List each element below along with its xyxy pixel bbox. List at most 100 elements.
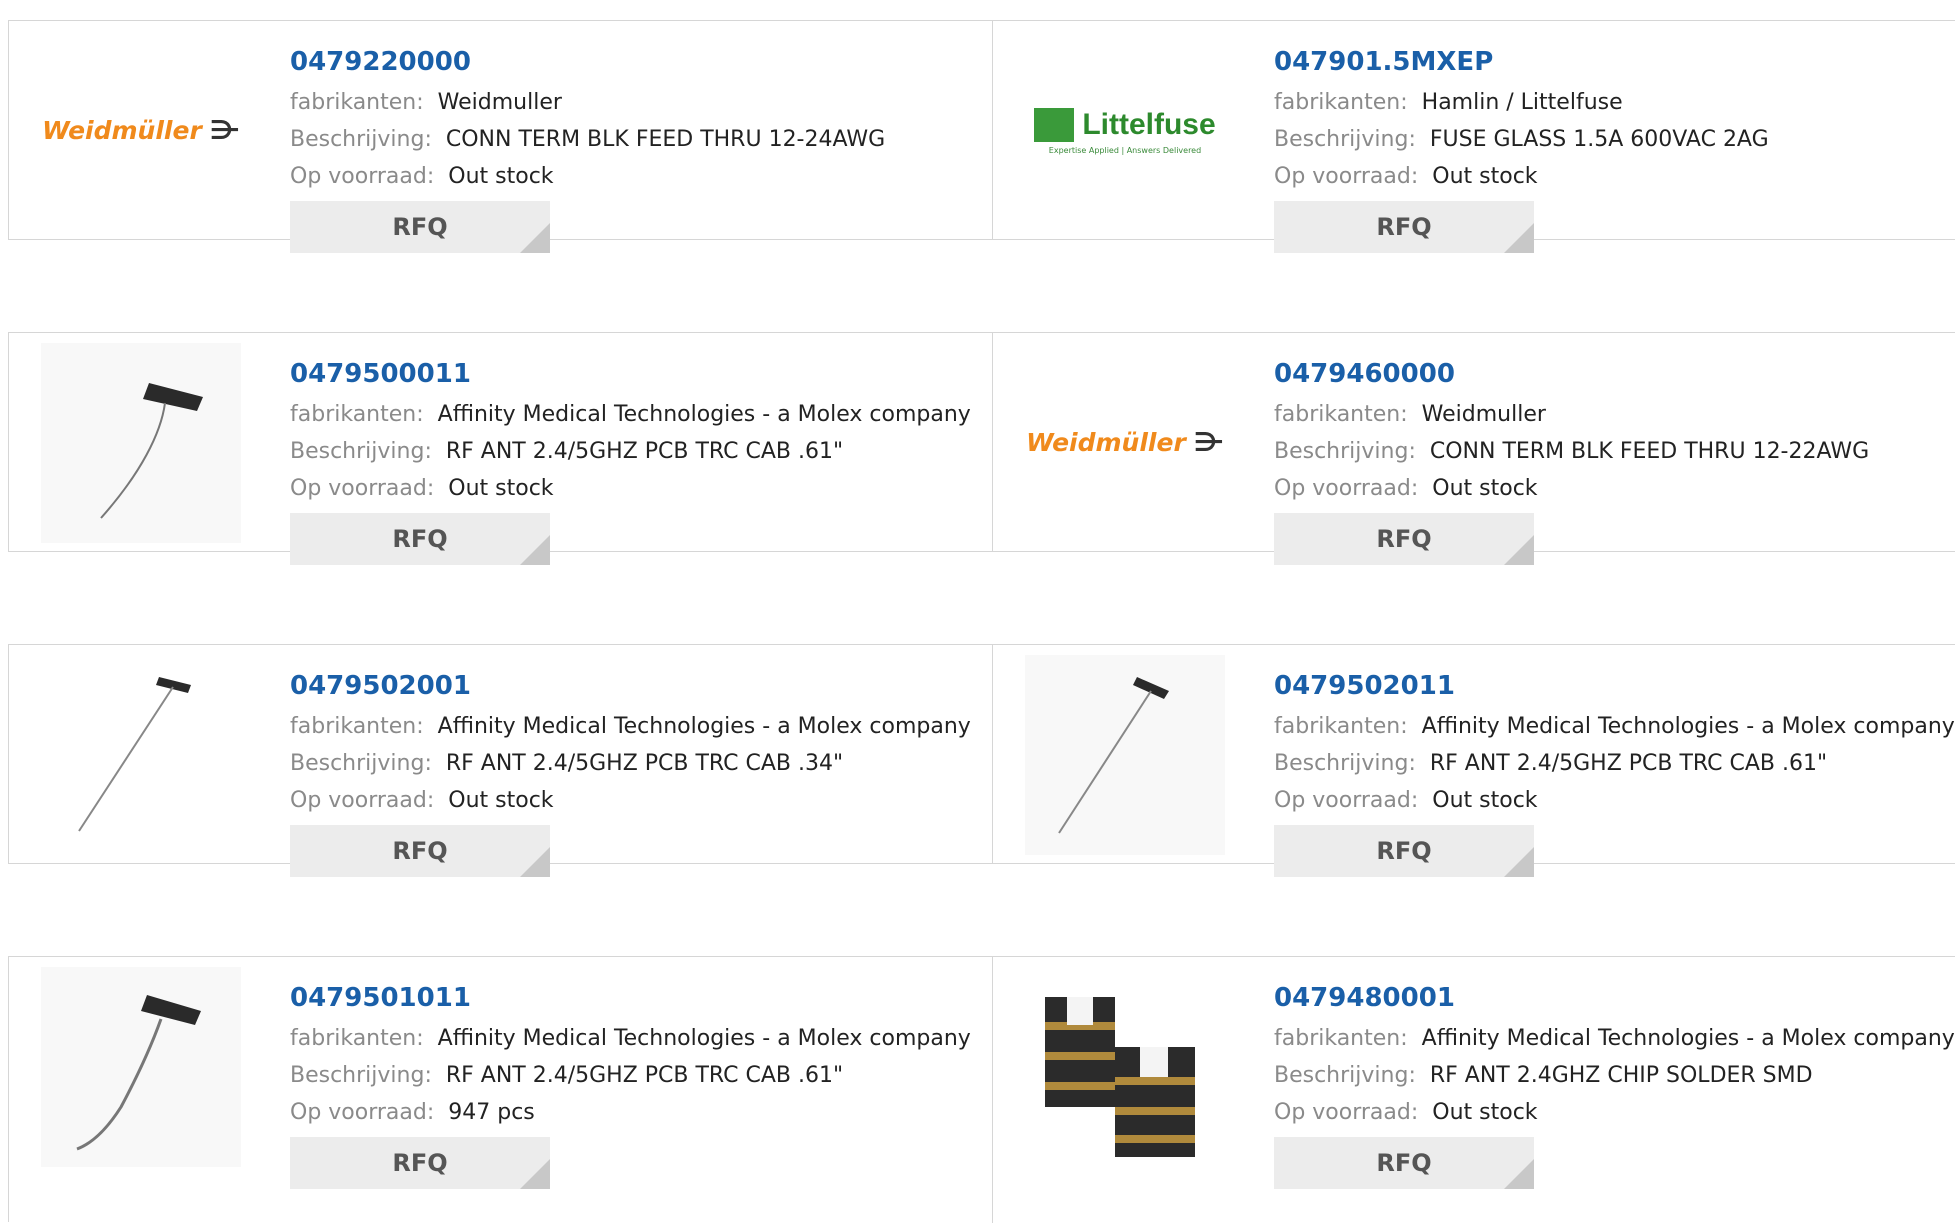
corner-decoration (1504, 1159, 1534, 1189)
rfq-label: RFQ (392, 525, 448, 553)
antenna-long-image (1025, 655, 1225, 855)
product-card: Weidmüller ⋺ 0479220000 fabrikanten: Weidm… (9, 21, 993, 253)
corner-decoration (520, 223, 550, 253)
description-value: RF ANT 2.4/5GHZ PCB TRC CAB .61" (445, 439, 844, 464)
rfq-button[interactable]: RFQ (1274, 1137, 1534, 1189)
chip-antenna-image (1025, 967, 1225, 1167)
rfq-label: RFQ (392, 213, 448, 241)
description-label: Beschrijving: (290, 751, 432, 776)
manufacturer-value: Weidmuller (1421, 402, 1546, 427)
antenna-image (41, 967, 241, 1167)
manufacturer-label: fabrikanten: (290, 402, 424, 427)
antenna-image (41, 343, 241, 543)
product-card: 0479480001 fabrikanten: Affinity Medical … (993, 957, 1955, 1223)
manufacturer-label: fabrikanten: (1274, 402, 1408, 427)
manufacturer-label: fabrikanten: (290, 90, 424, 115)
stock-label: Op voorraad: (290, 164, 435, 189)
weidmuller-logo: Weidmüller ⋺ (1025, 363, 1225, 523)
rfq-label: RFQ (392, 1149, 448, 1177)
rfq-label: RFQ (392, 837, 448, 865)
description-value: RF ANT 2.4/5GHZ PCB TRC CAB .61" (1429, 751, 1828, 776)
corner-decoration (520, 1159, 550, 1189)
stock-value: Out stock (448, 164, 554, 189)
part-number-link[interactable]: 0479501011 (290, 982, 971, 1014)
corner-decoration (520, 535, 550, 565)
weidmuller-mark-icon: ⋺ (1193, 428, 1224, 458)
stock-value: Out stock (1432, 164, 1538, 189)
description-label: Beschrijving: (1274, 751, 1416, 776)
rfq-button[interactable]: RFQ (290, 825, 550, 877)
product-card: Weidmüller ⋺ 0479460000 fabrikanten: Weidm… (993, 333, 1955, 565)
rfq-label: RFQ (1376, 213, 1432, 241)
manufacturer-value: Affinity Medical Technologies - a Molex … (437, 402, 971, 427)
manufacturer-value: Hamlin / Littelfuse (1421, 90, 1623, 115)
weidmuller-logo: Weidmüller ⋺ (41, 51, 241, 211)
part-number-link[interactable]: 0479460000 (1274, 358, 1869, 390)
corner-decoration (1504, 223, 1534, 253)
chip-antenna-image-svg (1025, 967, 1225, 1167)
description-value: RF ANT 2.4GHZ CHIP SOLDER SMD (1429, 1063, 1813, 1088)
part-number-link[interactable]: 0479220000 (290, 46, 885, 78)
littelfuse-mark-icon (1034, 107, 1075, 142)
product-card: 0479502001 fabrikanten: Affinity Medical … (9, 645, 993, 877)
stock-label: Op voorraad: (290, 476, 435, 501)
logo-tagline: Expertise Applied | Answers Delivered (1048, 145, 1202, 155)
description-label: Beschrijving: (290, 1063, 432, 1088)
part-number-link[interactable]: 0479502011 (1274, 670, 1955, 702)
manufacturer-value: Affinity Medical Technologies - a Molex … (437, 1026, 971, 1051)
logo-text: Weidmüller (1026, 428, 1186, 457)
product-row: Weidmüller ⋺ 0479220000 fabrikanten: Weidm… (8, 20, 1955, 253)
manufacturer-label: fabrikanten: (1274, 1026, 1408, 1051)
stock-value: Out stock (448, 788, 554, 813)
product-row: 0479501011 fabrikanten: Affinity Medical … (8, 956, 1955, 1223)
stock-label: Op voorraad: (290, 1100, 435, 1125)
description-label: Beschrijving: (1274, 439, 1416, 464)
product-row: 0479502001 fabrikanten: Affinity Medical … (8, 644, 1955, 877)
stock-value: 947 pcs (448, 1100, 535, 1125)
logo-text: Weidmüller (42, 116, 202, 145)
rfq-button[interactable]: RFQ (1274, 513, 1534, 565)
manufacturer-label: fabrikanten: (290, 1026, 424, 1051)
stock-label: Op voorraad: (1274, 476, 1419, 501)
rfq-label: RFQ (1376, 525, 1432, 553)
manufacturer-value: Affinity Medical Technologies - a Molex … (437, 714, 971, 739)
rfq-button[interactable]: RFQ (290, 1137, 550, 1189)
description-value: CONN TERM BLK FEED THRU 12-22AWG (1429, 439, 1870, 464)
description-value: RF ANT 2.4/5GHZ PCB TRC CAB .61" (445, 1063, 844, 1088)
rfq-button[interactable]: RFQ (290, 513, 550, 565)
rfq-button[interactable]: RFQ (290, 201, 550, 253)
manufacturer-label: fabrikanten: (1274, 714, 1408, 739)
manufacturer-label: fabrikanten: (1274, 90, 1408, 115)
part-number-link[interactable]: 0479480001 (1274, 982, 1955, 1014)
product-card: 0479500011 fabrikanten: Affinity Medical … (9, 333, 993, 565)
product-card: Littelfuse Expertise Applied | Answers D… (993, 21, 1955, 253)
part-number-link[interactable]: 0479502001 (290, 670, 971, 702)
rfq-label: RFQ (1376, 1149, 1432, 1177)
stock-label: Op voorraad: (1274, 1100, 1419, 1125)
part-number-link[interactable]: 0479500011 (290, 358, 971, 390)
manufacturer-label: fabrikanten: (290, 714, 424, 739)
rfq-button[interactable]: RFQ (1274, 825, 1534, 877)
stock-label: Op voorraad: (1274, 788, 1419, 813)
weidmuller-mark-icon: ⋺ (209, 116, 240, 146)
rfq-button[interactable]: RFQ (1274, 201, 1534, 253)
logo-text: Littelfuse (1082, 107, 1216, 141)
antenna-short-image (41, 343, 241, 543)
stock-label: Op voorraad: (1274, 164, 1419, 189)
rfq-label: RFQ (1376, 837, 1432, 865)
antenna-image (1025, 655, 1225, 855)
description-label: Beschrijving: (290, 439, 432, 464)
product-card: 0479501011 fabrikanten: Affinity Medical … (9, 957, 993, 1223)
antenna-curved-image (41, 967, 241, 1167)
manufacturer-value: Weidmuller (437, 90, 562, 115)
manufacturer-value: Affinity Medical Technologies - a Molex … (1421, 714, 1955, 739)
stock-value: Out stock (1432, 476, 1538, 501)
description-value: RF ANT 2.4/5GHZ PCB TRC CAB .34" (445, 751, 844, 776)
description-label: Beschrijving: (1274, 127, 1416, 152)
description-label: Beschrijving: (290, 127, 432, 152)
description-value: FUSE GLASS 1.5A 600VAC 2AG (1429, 127, 1769, 152)
part-number-link[interactable]: 047901.5MXEP (1274, 46, 1769, 78)
product-card: 0479502011 fabrikanten: Affinity Medical … (993, 645, 1955, 877)
description-value: CONN TERM BLK FEED THRU 12-24AWG (445, 127, 886, 152)
corner-decoration (1504, 847, 1534, 877)
